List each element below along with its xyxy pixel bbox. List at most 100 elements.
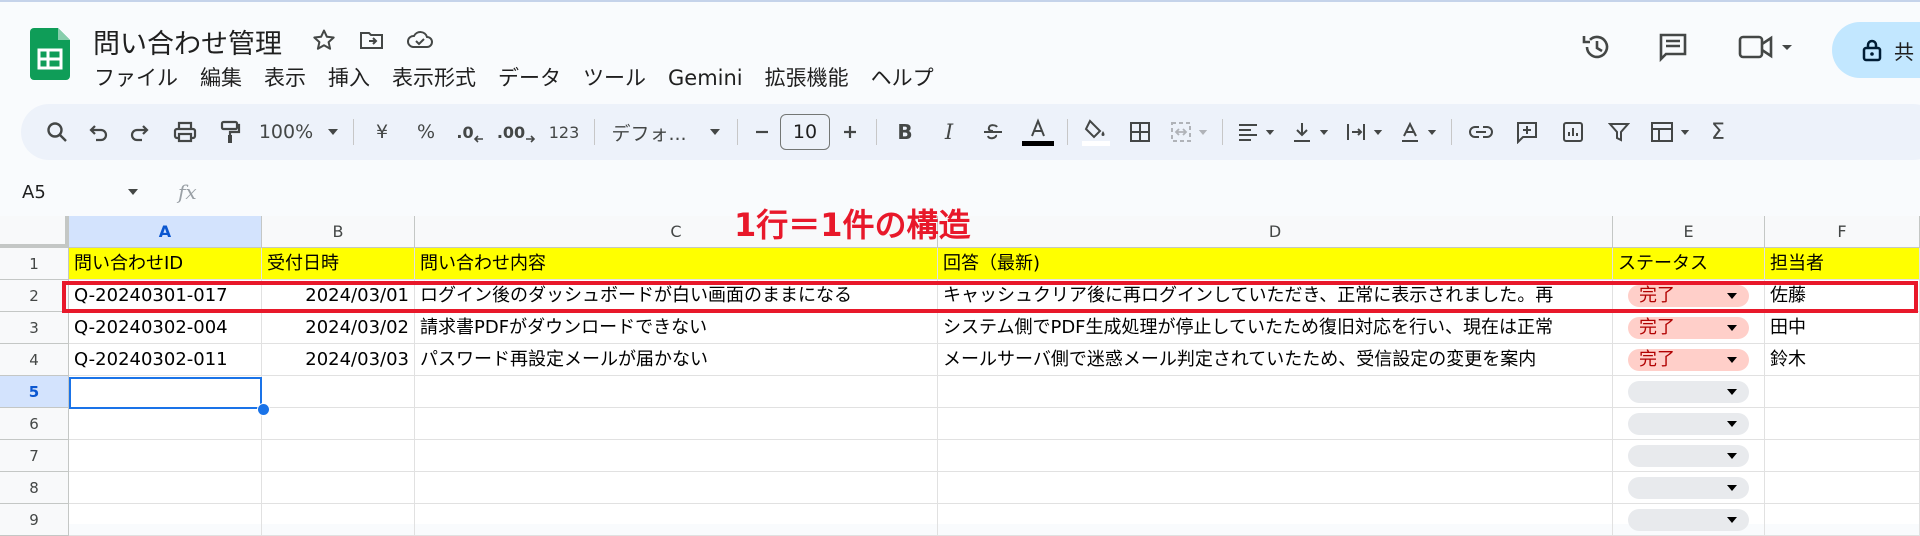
- bold-button[interactable]: B: [883, 112, 927, 152]
- empty-cell[interactable]: [415, 408, 938, 440]
- text-wrapping-icon[interactable]: [1337, 112, 1391, 152]
- cell-id[interactable]: Q-20240302-011: [69, 344, 262, 376]
- print-icon[interactable]: [161, 112, 209, 152]
- empty-cell[interactable]: [1765, 472, 1920, 504]
- empty-cell[interactable]: [938, 472, 1613, 504]
- strikethrough-icon[interactable]: [971, 112, 1015, 152]
- empty-cell[interactable]: [262, 376, 415, 408]
- spreadsheet-grid[interactable]: A B C D E F 1 2 3 4 5 6 7 8 9 問い合わせID 受付…: [0, 216, 1920, 524]
- select-all-corner[interactable]: [0, 216, 69, 248]
- menu-edit[interactable]: 編集: [189, 63, 253, 93]
- empty-cell[interactable]: [938, 408, 1613, 440]
- cell-content[interactable]: 請求書PDFがダウンロードできない: [415, 312, 938, 344]
- font-size-input[interactable]: 10: [780, 114, 830, 150]
- share-button[interactable]: 共: [1832, 22, 1920, 78]
- status-dropdown-chip[interactable]: [1628, 445, 1749, 467]
- status-dropdown-chip[interactable]: 完了: [1628, 349, 1749, 371]
- cell-owner[interactable]: 田中: [1765, 312, 1920, 344]
- column-header-e[interactable]: E: [1613, 216, 1765, 248]
- merge-cells-icon[interactable]: [1162, 112, 1216, 152]
- empty-cell[interactable]: [262, 440, 415, 472]
- number-format-button[interactable]: 123: [540, 112, 588, 152]
- cell-date[interactable]: 2024/03/03: [262, 344, 415, 376]
- menu-gemini[interactable]: Gemini: [657, 63, 754, 93]
- move-folder-icon[interactable]: [356, 24, 388, 56]
- status-dropdown-chip[interactable]: 完了: [1628, 317, 1749, 339]
- italic-button[interactable]: I: [927, 112, 971, 152]
- cell-status[interactable]: [1613, 440, 1765, 472]
- empty-cell[interactable]: [938, 440, 1613, 472]
- paint-format-icon[interactable]: [209, 112, 251, 152]
- insert-chart-icon[interactable]: [1550, 112, 1596, 152]
- version-history-icon[interactable]: [1580, 30, 1614, 64]
- comments-icon[interactable]: [1656, 30, 1690, 64]
- name-box[interactable]: A5: [22, 182, 46, 203]
- empty-cell[interactable]: [938, 376, 1613, 408]
- empty-cell[interactable]: [415, 440, 938, 472]
- empty-cell[interactable]: [415, 504, 938, 536]
- header-cell-owner[interactable]: 担当者: [1765, 248, 1920, 280]
- menu-file[interactable]: ファイル: [94, 63, 189, 93]
- active-cell-selection[interactable]: [69, 377, 262, 409]
- row-header[interactable]: 1: [0, 248, 69, 280]
- header-cell-date[interactable]: 受付日時: [262, 248, 415, 280]
- text-color-icon[interactable]: [1015, 112, 1061, 152]
- horizontal-align-icon[interactable]: [1229, 112, 1283, 152]
- empty-cell[interactable]: [1765, 408, 1920, 440]
- filter-icon[interactable]: [1596, 112, 1642, 152]
- empty-cell[interactable]: [1765, 376, 1920, 408]
- row-header[interactable]: 6: [0, 408, 69, 440]
- borders-icon[interactable]: [1118, 112, 1162, 152]
- fill-color-icon[interactable]: [1074, 112, 1118, 152]
- status-dropdown-chip[interactable]: [1628, 509, 1749, 531]
- currency-format-button[interactable]: ¥: [360, 112, 404, 152]
- insert-link-icon[interactable]: [1458, 112, 1504, 152]
- menu-help[interactable]: ヘルプ: [860, 63, 945, 93]
- menu-tools[interactable]: ツール: [572, 63, 657, 93]
- insert-comment-icon[interactable]: [1504, 112, 1550, 152]
- empty-cell[interactable]: [69, 472, 262, 504]
- cell-status[interactable]: [1613, 504, 1765, 536]
- cell-status[interactable]: [1613, 472, 1765, 504]
- column-header-d[interactable]: D: [938, 216, 1613, 248]
- cell-answer[interactable]: システム側でPDF生成処理が停止していたため復旧対応を行い、現在は正常: [938, 312, 1613, 344]
- row-header[interactable]: 9: [0, 504, 69, 536]
- filter-views-icon[interactable]: [1642, 112, 1698, 152]
- row-header[interactable]: 3: [0, 312, 69, 344]
- fill-handle[interactable]: [257, 403, 270, 416]
- menu-insert[interactable]: 挿入: [317, 63, 381, 93]
- header-cell-content[interactable]: 問い合わせ内容: [415, 248, 938, 280]
- row-header[interactable]: 8: [0, 472, 69, 504]
- cell-date[interactable]: 2024/03/02: [262, 312, 415, 344]
- status-dropdown-chip[interactable]: [1628, 381, 1749, 403]
- empty-cell[interactable]: [69, 408, 262, 440]
- empty-cell[interactable]: [69, 504, 262, 536]
- empty-cell[interactable]: [262, 504, 415, 536]
- status-dropdown-chip[interactable]: [1628, 413, 1749, 435]
- sheets-logo-icon[interactable]: [30, 28, 70, 80]
- cell-status[interactable]: [1613, 376, 1765, 408]
- search-menus-icon[interactable]: [37, 112, 77, 152]
- increase-decimal-button[interactable]: .00: [492, 112, 540, 152]
- star-icon[interactable]: [308, 24, 340, 56]
- empty-cell[interactable]: [262, 472, 415, 504]
- status-dropdown-chip[interactable]: [1628, 477, 1749, 499]
- row-header[interactable]: 5: [0, 376, 69, 408]
- cell-status[interactable]: [1613, 408, 1765, 440]
- cell-content[interactable]: パスワード再設定メールが届かない: [415, 344, 938, 376]
- row-header[interactable]: 4: [0, 344, 69, 376]
- header-cell-id[interactable]: 問い合わせID: [69, 248, 262, 280]
- empty-cell[interactable]: [262, 408, 415, 440]
- chevron-down-icon[interactable]: [127, 188, 139, 196]
- menu-extensions[interactable]: 拡張機能: [754, 63, 860, 93]
- cloud-status-icon[interactable]: [404, 24, 436, 56]
- font-family-select[interactable]: デフォ...: [601, 112, 731, 152]
- column-header-a[interactable]: A: [69, 216, 262, 248]
- empty-cell[interactable]: [415, 472, 938, 504]
- menu-data[interactable]: データ: [487, 63, 572, 93]
- empty-cell[interactable]: [69, 440, 262, 472]
- vertical-align-icon[interactable]: [1283, 112, 1337, 152]
- document-title[interactable]: 問い合わせ管理: [93, 22, 282, 61]
- empty-cell[interactable]: [1765, 440, 1920, 472]
- cell-answer[interactable]: メールサーバ側で迷惑メール判定されていたため、受信設定の変更を案内: [938, 344, 1613, 376]
